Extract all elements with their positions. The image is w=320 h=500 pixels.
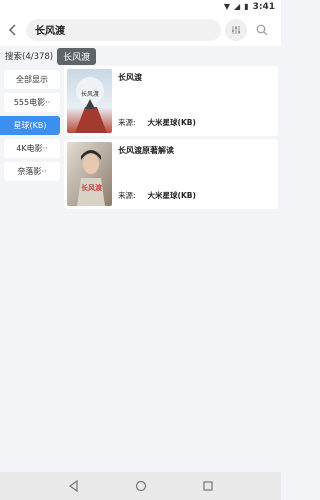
poster-title: 长风渡 <box>81 90 99 98</box>
status-time: 3:41 <box>252 1 275 12</box>
poster-image: 长风渡 <box>67 69 112 133</box>
nav-home-button[interactable] <box>131 476 151 496</box>
poster-title: 长风渡 <box>81 183 103 192</box>
search-button[interactable] <box>251 19 273 41</box>
source-value: 大米星球(KB) <box>147 118 196 127</box>
nav-recents-button[interactable] <box>198 476 218 496</box>
chevron-left-icon <box>8 23 16 36</box>
battery-icon: ▮ <box>244 1 249 11</box>
sidebar-item-all[interactable]: 全部显示 <box>4 70 60 89</box>
top-bar: 长风渡 <box>0 13 281 46</box>
result-source: 来源: 大米星球(KB) <box>118 190 196 201</box>
result-card[interactable]: 长风渡 长风渡原著解读 来源: 大米星球(KB) <box>64 139 278 209</box>
sub-header: 搜索(4/378) 长风渡 <box>0 46 281 66</box>
sidebar-item-4k[interactable]: 4K电影·· <box>4 139 60 158</box>
sidebar-item-555[interactable]: 555电影·· <box>4 93 60 112</box>
results-list: 长风渡 长风渡 来源: 大米星球(KB) 长风渡 长风渡原著解读 来源: 大米星… <box>64 66 278 209</box>
signal-icon: ◢ <box>234 1 241 11</box>
result-title: 长风渡 <box>118 73 142 82</box>
result-source: 来源: 大米星球(KB) <box>118 117 196 128</box>
result-title: 长风渡原著解读 <box>118 146 174 155</box>
result-card[interactable]: 长风渡 长风渡 来源: 大米星球(KB) <box>64 66 278 136</box>
result-count: 搜索(4/378) <box>5 52 54 62</box>
triangle-back-icon <box>68 480 78 492</box>
source-label: 来源: <box>118 118 136 127</box>
sidebar-item-nailuo[interactable]: 奈落影·· <box>4 162 60 181</box>
poster-image: 长风渡 <box>67 142 112 206</box>
sidebar-item-xingqiu[interactable]: 星球(KB) <box>0 116 60 135</box>
search-input-value: 长风渡 <box>35 26 65 37</box>
circle-home-icon <box>135 480 146 492</box>
sliders-icon <box>232 25 240 34</box>
source-label: 来源: <box>118 191 136 200</box>
status-bar: ▼ ◢ ▮ 3:41 <box>0 0 281 13</box>
wifi-icon: ▼ <box>223 1 231 11</box>
source-sidebar: 全部显示 555电影·· 星球(KB) 4K电影·· 奈落影·· <box>0 70 60 181</box>
nav-back-button[interactable] <box>64 476 84 496</box>
search-input[interactable]: 长风渡 <box>26 18 221 41</box>
keyword-chip[interactable]: 长风渡 <box>57 47 97 65</box>
search-icon <box>256 24 268 35</box>
back-button[interactable] <box>0 13 26 46</box>
android-nav-bar <box>0 472 281 500</box>
square-recents-icon <box>202 481 213 491</box>
filter-button[interactable] <box>225 18 247 41</box>
source-value: 大米星球(KB) <box>147 191 196 200</box>
